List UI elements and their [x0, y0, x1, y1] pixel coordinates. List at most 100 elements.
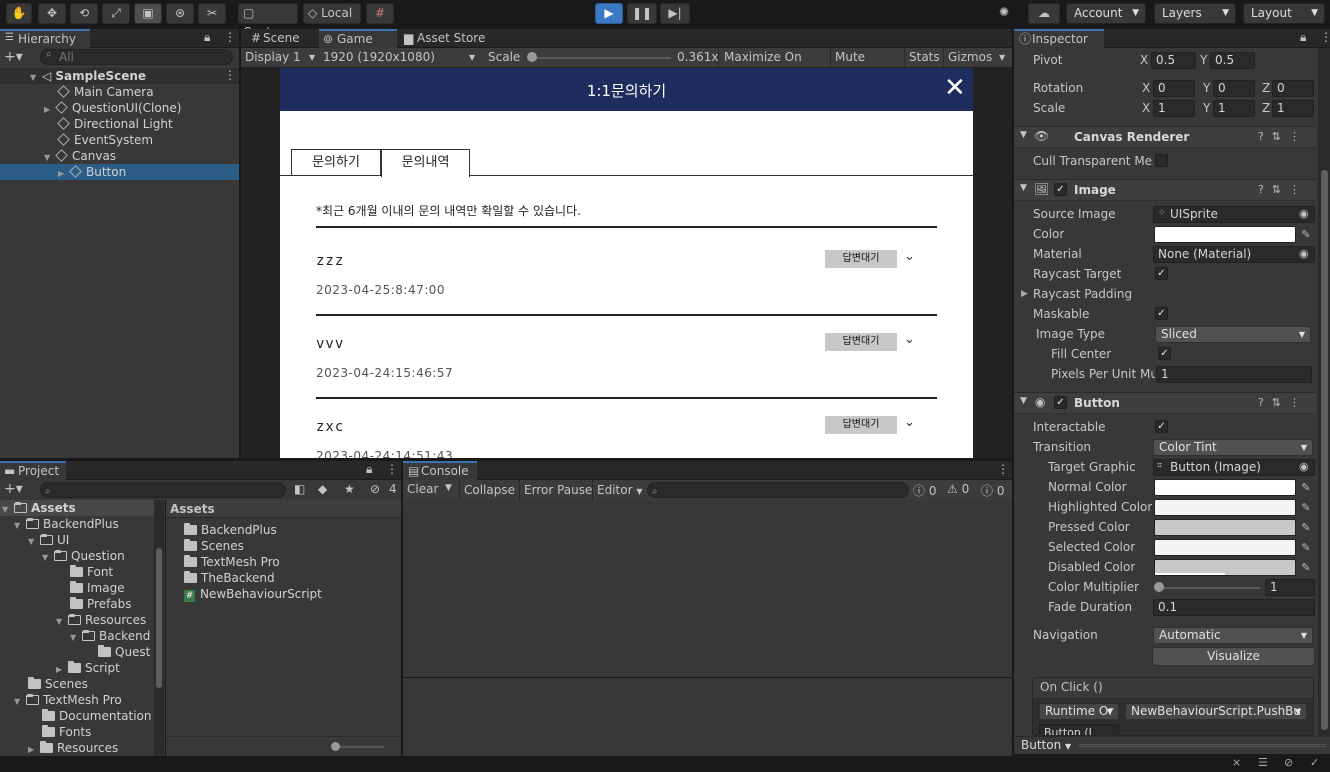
- resolution-dropdown[interactable]: 1920 (1920x1080) ▼: [323, 49, 481, 66]
- display-dropdown[interactable]: Display 1 ▼: [245, 49, 319, 66]
- console-search-input[interactable]: ⌕: [647, 482, 909, 498]
- asset-item[interactable]: TextMesh Pro: [184, 554, 280, 570]
- add-icon[interactable]: +▾: [4, 49, 23, 65]
- lock-icon[interactable]: 🔒︎: [204, 30, 210, 45]
- raycast-padding-label[interactable]: Raycast Padding: [1033, 287, 1132, 301]
- color-swatch[interactable]: [1154, 226, 1296, 243]
- chevron-down-icon[interactable]: ⌄: [904, 415, 915, 430]
- component-menu-icons[interactable]: ?⇅⋮: [1258, 130, 1308, 143]
- object-picker-icon[interactable]: ◉: [1299, 207, 1309, 220]
- error-count[interactable]: ⓘ 0: [981, 482, 1004, 499]
- color-multiplier-handle[interactable]: [1154, 582, 1164, 592]
- tab-asset-store[interactable]: ▆ Asset Store: [399, 29, 499, 48]
- target-object-field[interactable]: Button (I: [1039, 724, 1119, 735]
- network-icon[interactable]: ⊘: [1284, 756, 1293, 769]
- kebab-menu-icon[interactable]: ⋮: [997, 462, 1009, 476]
- foldout-icon[interactable]: ▼: [1020, 130, 1027, 140]
- layers-dropdown[interactable]: Layers ▼: [1154, 3, 1236, 24]
- tab-inquire[interactable]: 문의하기: [291, 149, 381, 176]
- function-dropdown[interactable]: NewBehaviourScript.PushBu ▼: [1125, 703, 1307, 720]
- kebab-menu-icon[interactable]: ⋮: [1320, 30, 1330, 44]
- scale-slider-handle[interactable]: [527, 52, 537, 62]
- layout-dropdown[interactable]: Layout ▼: [1243, 3, 1325, 24]
- hierarchy-item-selected[interactable]: ▶ Button: [0, 164, 239, 180]
- scroll-thumb[interactable]: [1321, 170, 1328, 730]
- inquiry-item[interactable]: zzz 답변대기 ⌄ 2023-04-25:8:47:00: [316, 248, 937, 308]
- cloud-button[interactable]: ☁: [1028, 3, 1060, 24]
- error-pause-toggle[interactable]: Error Pause: [519, 480, 596, 500]
- filter-type-icon[interactable]: ◧: [294, 482, 305, 496]
- target-graphic-field[interactable]: Button (Image): [1153, 459, 1315, 476]
- tree-item[interactable]: Documentation: [42, 708, 152, 724]
- scale-z-field[interactable]: 1: [1272, 100, 1314, 117]
- image-component-header[interactable]: ▼ 🖼︎ ✓ Image ?⇅⋮: [1014, 179, 1316, 201]
- asset-item[interactable]: TheBackend: [184, 570, 275, 586]
- star-icon[interactable]: ★: [344, 482, 355, 496]
- tab-inquiry-history[interactable]: 문의내역: [381, 149, 470, 177]
- transition-dropdown[interactable]: Color Tint ▼: [1153, 439, 1313, 456]
- kebab-menu-icon[interactable]: ⋮: [224, 30, 236, 44]
- pivot-center-toggle[interactable]: ▢ Center: [238, 3, 298, 39]
- hierarchy-search-input[interactable]: All: [40, 49, 233, 65]
- pause-button[interactable]: ❚❚: [627, 3, 657, 24]
- mute-audio-toggle[interactable]: Mute Audio: [830, 48, 902, 83]
- gizmos-dropdown[interactable]: Gizmos ▼: [943, 48, 1011, 67]
- eyedropper-icon[interactable]: ✎: [1298, 519, 1314, 536]
- tab-project[interactable]: ▬ Project: [0, 461, 66, 480]
- scroll-thumb[interactable]: [156, 548, 162, 688]
- object-picker-icon[interactable]: ◉: [1299, 247, 1309, 260]
- play-button[interactable]: ▶: [595, 3, 623, 24]
- rotate-tool-button[interactable]: ⟲: [70, 3, 98, 24]
- color-multiplier-field[interactable]: 1: [1265, 579, 1315, 596]
- expand-icon[interactable]: ▶: [44, 102, 56, 118]
- cache-icon[interactable]: ☰: [1258, 756, 1268, 769]
- rotation-z-field[interactable]: 0: [1272, 80, 1314, 97]
- maskable-checkbox[interactable]: ✓: [1155, 307, 1168, 320]
- image-type-dropdown[interactable]: Sliced ▼: [1155, 326, 1311, 343]
- stats-toggle[interactable]: Stats: [904, 48, 942, 67]
- pivot-local-toggle[interactable]: ◇ Local: [303, 3, 361, 24]
- tree-item[interactable]: Font: [70, 564, 113, 580]
- foldout-icon[interactable]: ▶: [1021, 289, 1028, 299]
- tab-console[interactable]: ▤ Console: [403, 461, 477, 480]
- tree-item[interactable]: Scenes: [28, 676, 88, 692]
- scene-row[interactable]: ▼ ◁ SampleScene ⋮: [0, 68, 239, 84]
- tree-item[interactable]: ▶ Resources: [28, 740, 118, 756]
- scale-tool-button[interactable]: ⤢: [102, 3, 130, 24]
- object-picker-icon[interactable]: ◉: [1299, 460, 1309, 473]
- selected-object-dropdown[interactable]: Button ▼: [1021, 738, 1071, 752]
- eyedropper-icon[interactable]: ✎: [1298, 499, 1314, 516]
- account-dropdown[interactable]: Account ▼: [1066, 3, 1146, 24]
- eyedropper-icon[interactable]: ✎: [1298, 559, 1314, 576]
- hierarchy-item[interactable]: EventSystem: [57, 132, 153, 148]
- tab-game[interactable]: ⊚ Game: [319, 29, 397, 48]
- move-tool-button[interactable]: ✥: [38, 3, 66, 24]
- log-count[interactable]: ⓘ 0: [913, 482, 936, 499]
- highlighted-color-swatch[interactable]: [1154, 499, 1296, 516]
- component-enabled-checkbox[interactable]: ✓: [1054, 183, 1067, 196]
- fade-duration-field[interactable]: 0.1: [1153, 599, 1315, 616]
- eyedropper-icon[interactable]: ✎: [1298, 479, 1314, 496]
- tree-scrollbar[interactable]: [154, 500, 164, 756]
- visualize-button[interactable]: Visualize: [1152, 647, 1315, 666]
- step-button[interactable]: ▶|: [660, 3, 690, 24]
- tree-item[interactable]: Prefabs: [70, 596, 132, 612]
- disabled-color-swatch[interactable]: [1154, 559, 1296, 576]
- canvas-renderer-header[interactable]: ▼ 👁︎ Canvas Renderer ?⇅⋮: [1014, 126, 1316, 148]
- tree-item[interactable]: ▼ UI: [28, 532, 69, 548]
- tab-inspector[interactable]: ⓘ Inspector: [1014, 29, 1104, 48]
- navigation-dropdown[interactable]: Automatic ▼: [1153, 627, 1313, 644]
- icon-size-handle[interactable]: [331, 742, 340, 751]
- cull-transparent-checkbox[interactable]: [1155, 154, 1168, 167]
- kebab-menu-icon[interactable]: ⋮: [224, 68, 236, 82]
- grid-snap-button[interactable]: #: [366, 3, 394, 24]
- project-search-input[interactable]: ⌕: [40, 482, 286, 498]
- selected-color-swatch[interactable]: [1154, 539, 1296, 556]
- lock-icon[interactable]: 🔒︎: [366, 462, 372, 477]
- scale-x-field[interactable]: 1: [1153, 100, 1195, 117]
- eyedropper-icon[interactable]: ✎: [1298, 539, 1314, 556]
- hierarchy-item[interactable]: ▶ QuestionUI(Clone): [44, 100, 181, 116]
- tree-item[interactable]: ▼ BackendPlus: [14, 516, 119, 532]
- label-icon[interactable]: ◆: [318, 482, 327, 496]
- tree-item[interactable]: ▼ Backend: [70, 628, 150, 644]
